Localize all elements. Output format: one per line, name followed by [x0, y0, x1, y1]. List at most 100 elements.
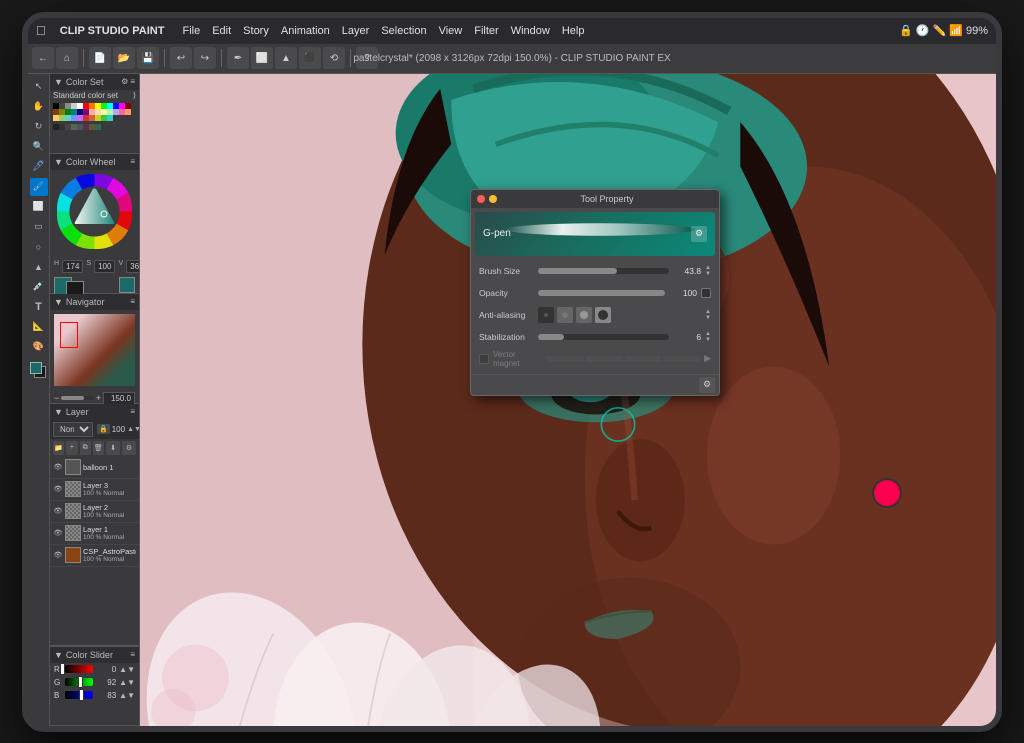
zoom-slider[interactable]	[61, 396, 93, 400]
layer-eye-balloon[interactable]: 👁	[53, 462, 63, 472]
aa-btn-0[interactable]	[538, 307, 554, 323]
canvas-area[interactable]: Tool Property G-pen ⚙ Brush Size	[140, 74, 996, 726]
toolbar-select-btn[interactable]: ⬛	[299, 47, 321, 69]
toolbar-new-btn[interactable]: 📄	[89, 47, 111, 69]
r-slider[interactable]	[65, 665, 93, 673]
color-selector[interactable]	[30, 362, 48, 384]
b-slider[interactable]	[65, 691, 93, 699]
zoom-out-icon[interactable]: −	[54, 393, 59, 403]
color-set-collapse-icon[interactable]: ▼	[54, 77, 63, 87]
color-wheel-svg[interactable]	[57, 174, 132, 249]
opacity-arrows[interactable]: ▲▼	[127, 426, 139, 433]
tool-arrow[interactable]: ↖	[30, 78, 48, 96]
aa-btn-1[interactable]	[557, 307, 573, 323]
stabilization-arrows[interactable]: ▲ ▼	[705, 331, 711, 343]
color-wheel-icon[interactable]: ≡	[130, 157, 135, 166]
layer-eye-3[interactable]: 👁	[53, 484, 63, 494]
tool-eraser[interactable]: ⬜	[30, 198, 48, 216]
toolbar-transform-btn[interactable]: ⟲	[323, 47, 345, 69]
color-set-icon-2[interactable]: ≡	[130, 77, 135, 86]
v-value[interactable]: 36	[126, 260, 140, 273]
layer-new-btn[interactable]: +	[66, 441, 77, 455]
g-arrows[interactable]: ▲▼	[119, 678, 135, 687]
layer-item-balloon[interactable]: 👁 balloon 1	[50, 457, 139, 479]
color-set-arrows[interactable]: ⟩	[133, 91, 136, 100]
b-arrows[interactable]: ▲▼	[119, 691, 135, 700]
navigator-collapse-icon[interactable]: ▼	[54, 297, 63, 307]
menu-story[interactable]: Story	[243, 25, 269, 37]
menu-file[interactable]: File	[182, 25, 200, 37]
layer-eye-csp[interactable]: 👁	[53, 550, 63, 560]
color-set-icon-1[interactable]: ⚙	[121, 77, 128, 86]
menu-edit[interactable]: Edit	[212, 25, 231, 37]
navigator-preview[interactable]	[54, 314, 135, 386]
layer-blend-mode[interactable]: Normal	[53, 422, 93, 437]
toolbar-undo-btn[interactable]: ↩	[170, 47, 192, 69]
aa-arrows[interactable]: ▲ ▼	[705, 309, 711, 321]
toolbar-bucket-btn[interactable]: ▲	[275, 47, 297, 69]
vm-arrow[interactable]: ▶	[704, 353, 711, 364]
layer-item-1[interactable]: 👁 Layer 1 100 % Normal	[50, 523, 139, 545]
tool-zoom[interactable]: 🔍	[30, 138, 48, 156]
menu-animation[interactable]: Animation	[281, 25, 330, 37]
brush-size-down[interactable]: ▼	[705, 271, 711, 277]
stabilization-slider[interactable]	[538, 334, 669, 340]
toolbar-open-btn[interactable]: 📂	[113, 47, 135, 69]
navigator-icon[interactable]: ≡	[130, 297, 135, 306]
menu-view[interactable]: View	[439, 25, 463, 37]
tool-brush[interactable]: 🖌	[30, 178, 48, 196]
menu-help[interactable]: Help	[562, 25, 585, 37]
layer-new-folder-btn[interactable]: 📁	[53, 441, 64, 455]
h-value[interactable]: 174	[62, 260, 83, 273]
layer-eye-2[interactable]: 👁	[53, 506, 63, 516]
tool-hand[interactable]: ✋	[30, 98, 48, 116]
layer-icon[interactable]: ≡	[130, 407, 135, 416]
toolbar-back-btn[interactable]: ←	[32, 47, 54, 69]
tool-rotate[interactable]: ↻	[30, 118, 48, 136]
layer-item-2[interactable]: 👁 Layer 2 100 % Normal	[50, 501, 139, 523]
color-wheel-collapse-icon[interactable]: ▼	[54, 157, 63, 167]
swatch-d8[interactable]	[95, 124, 101, 130]
swatch-turquoise[interactable]	[107, 115, 113, 121]
layer-lock-btn[interactable]: 🔒	[97, 424, 110, 434]
brush-size-slider[interactable]	[538, 268, 669, 274]
tool-selection[interactable]: ▭	[30, 218, 48, 236]
aa-btn-2[interactable]	[576, 307, 592, 323]
tool-lasso[interactable]: ○	[30, 238, 48, 256]
footer-settings-btn[interactable]: ⚙	[699, 377, 715, 393]
tool-text[interactable]: T	[30, 298, 48, 316]
opacity-slider[interactable]	[538, 290, 665, 296]
brush-size-arrows[interactable]: ▲ ▼	[705, 265, 711, 277]
layer-item-3[interactable]: 👁 Layer 3 100 % Normal	[50, 479, 139, 501]
toolbar-eraser-btn[interactable]: ⬜	[251, 47, 273, 69]
tool-colorpick[interactable]: 🎨	[30, 338, 48, 356]
tool-pen[interactable]: 🖊	[30, 158, 48, 176]
r-arrows[interactable]: ▲▼	[119, 665, 135, 674]
toolbar-redo-btn[interactable]: ↪	[194, 47, 216, 69]
tool-eyedrop[interactable]: 💉	[30, 278, 48, 296]
tool-ruler[interactable]: 📐	[30, 318, 48, 336]
menu-layer[interactable]: Layer	[342, 25, 370, 37]
toolbar-home-btn[interactable]: ⌂	[56, 47, 78, 69]
color-slider-icon[interactable]: ≡	[130, 650, 135, 659]
menu-selection[interactable]: Selection	[381, 25, 426, 37]
swatch-salmon[interactable]	[125, 109, 131, 115]
toolbar-save-btn[interactable]: 💾	[137, 47, 159, 69]
menu-window[interactable]: Window	[511, 25, 550, 37]
g-slider[interactable]	[65, 678, 93, 686]
layer-collapse-icon[interactable]: ▼	[54, 407, 63, 417]
zoom-in-icon[interactable]: +	[96, 393, 101, 403]
tool-fill[interactable]: ▲	[30, 258, 48, 276]
color-slider-collapse-icon[interactable]: ▼	[54, 650, 63, 660]
s-value[interactable]: 100	[94, 260, 115, 273]
layer-merge-btn[interactable]: ⬇	[106, 441, 120, 455]
stab-down[interactable]: ▼	[705, 337, 711, 343]
menu-filter[interactable]: Filter	[474, 25, 498, 37]
toolbar-pen-btn[interactable]: ✒	[227, 47, 249, 69]
layer-eye-1[interactable]: 👁	[53, 528, 63, 538]
layer-settings-btn[interactable]: ⚙	[122, 441, 136, 455]
opacity-lock-btn[interactable]	[701, 288, 711, 298]
layer-delete-btn[interactable]: 🗑	[93, 441, 104, 455]
color-wheel-wrapper[interactable]	[57, 174, 132, 254]
aa-btn-3[interactable]	[595, 307, 611, 323]
